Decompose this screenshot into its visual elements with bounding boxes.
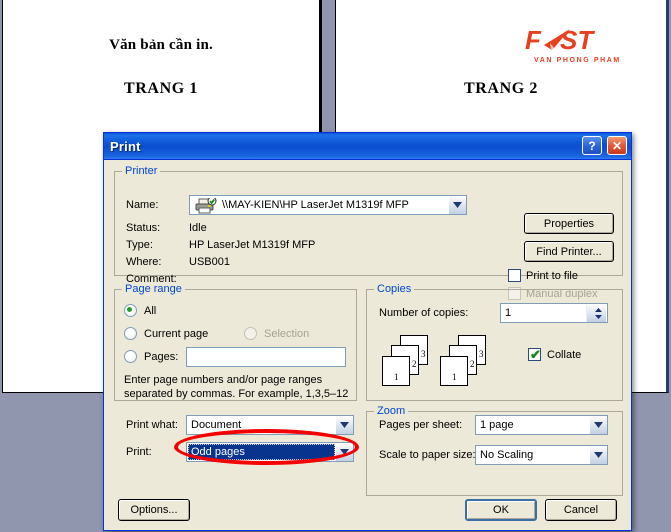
printer-name-label: Name: — [126, 199, 159, 211]
print-selector-value: Odd pages — [188, 444, 335, 460]
pages-per-sheet-label: Pages per sheet: — [379, 419, 463, 431]
scale-to-paper-combo[interactable]: No Scaling — [475, 445, 608, 465]
copies-group-label: Copies — [374, 283, 415, 295]
sheet-number-3: 3 — [421, 349, 426, 359]
print-selector-label: Print: — [126, 446, 152, 458]
collate-checkbox[interactable]: ✔ — [528, 348, 541, 361]
print-to-file-checkbox[interactable] — [508, 269, 521, 282]
number-of-copies-label: Number of copies: — [379, 307, 469, 319]
print-to-file-label: Print to file — [526, 270, 578, 282]
svg-text:ST: ST — [560, 25, 595, 55]
chevron-down-icon[interactable] — [589, 416, 607, 434]
zoom-group-label: Zoom — [374, 405, 409, 417]
collate-label: Collate — [547, 349, 582, 361]
scale-to-paper-value: No Scaling — [480, 449, 534, 461]
close-icon[interactable]: ✕ — [607, 136, 627, 155]
page2-label: TRANG 2 — [464, 80, 538, 97]
number-of-copies-input[interactable]: 1 — [500, 303, 608, 323]
dialog-titlebar[interactable]: Print ? ✕ — [104, 133, 631, 160]
printer-status-label: Status: — [126, 222, 161, 234]
sheet-number-2: 2 — [470, 359, 475, 369]
radio-selection-label: Selection — [264, 328, 310, 340]
printer-where-value: USB001 — [189, 256, 230, 268]
print-dialog: Print ? ✕ Printer Name: \\MAY-KIEN\HP La… — [103, 132, 632, 531]
page1-label: TRANG 1 — [124, 80, 198, 97]
chevron-down-icon[interactable] — [335, 443, 353, 461]
page-range-hint-line1: Enter page numbers and/or page ranges — [124, 374, 323, 386]
print-what-combo[interactable]: Document — [186, 415, 354, 435]
radio-current-page-label: Current page — [144, 328, 209, 340]
cancel-button[interactable]: Cancel — [545, 499, 617, 521]
printer-name-combo[interactable]: \\MAY-KIEN\HP LaserJet M1319f MFP — [189, 195, 467, 215]
print-what-value: Document — [191, 419, 242, 431]
number-of-copies-value: 1 — [505, 307, 512, 319]
pages-per-sheet-combo[interactable]: 1 page — [475, 415, 608, 435]
checkmark-icon: ✔ — [530, 347, 541, 362]
dialog-title: Print — [110, 138, 141, 154]
sheet-number-3: 3 — [479, 349, 484, 359]
sheet-number-1: 1 — [452, 372, 457, 382]
svg-text:F: F — [525, 25, 542, 55]
radio-current-page[interactable] — [124, 327, 137, 340]
printer-type-value: HP LaserJet M1319f MFP — [189, 239, 316, 251]
ok-button[interactable]: OK — [465, 499, 537, 521]
properties-button[interactable]: Properties — [524, 213, 614, 234]
chevron-down-icon[interactable] — [448, 196, 466, 214]
svg-text:VAN PHONG PHAM: VAN PHONG PHAM — [534, 57, 621, 64]
radio-pages-label: Pages: — [144, 351, 179, 363]
page1-heading: Văn bản cần in. — [109, 37, 213, 53]
options-button[interactable]: Options... — [118, 499, 190, 521]
print-what-label: Print what: — [126, 419, 178, 431]
printer-status-value: Idle — [189, 222, 207, 234]
page-range-hint-line2: separated by commas. For example, 1,3,5–… — [124, 388, 349, 400]
help-icon[interactable]: ? — [582, 136, 602, 155]
find-printer-button[interactable]: Find Printer... — [524, 241, 614, 262]
chevron-down-icon[interactable] — [335, 416, 353, 434]
printer-icon — [195, 196, 217, 214]
collate-illustration-stack-2: 3 2 1 — [440, 335, 492, 387]
pages-input[interactable] — [186, 347, 346, 367]
printer-group-label: Printer — [122, 165, 161, 177]
radio-all-label: All — [144, 305, 157, 317]
fast-logo: F ST VAN PHONG PHAM — [524, 23, 624, 67]
page-range-group-label: Page range — [122, 283, 185, 295]
copies-spinner[interactable] — [586, 305, 606, 322]
pages-per-sheet-value: 1 page — [480, 419, 514, 431]
print-selector-combo[interactable]: Odd pages — [186, 442, 354, 462]
radio-all[interactable] — [124, 304, 137, 317]
radio-pages[interactable] — [124, 350, 137, 363]
sheet-number-1: 1 — [394, 372, 399, 382]
dialog-body: Printer Name: \\MAY-KIEN\HP LaserJet M13… — [104, 159, 633, 532]
printer-type-label: Type: — [126, 239, 153, 251]
collate-illustration-stack-1: 3 2 1 — [382, 335, 434, 387]
printer-name-value: \\MAY-KIEN\HP LaserJet M1319f MFP — [222, 199, 409, 211]
scale-to-paper-label: Scale to paper size: — [379, 449, 476, 461]
chevron-down-icon[interactable] — [589, 446, 607, 464]
sheet-number-2: 2 — [412, 359, 417, 369]
radio-selection — [244, 327, 257, 340]
printer-where-label: Where: — [126, 256, 162, 268]
